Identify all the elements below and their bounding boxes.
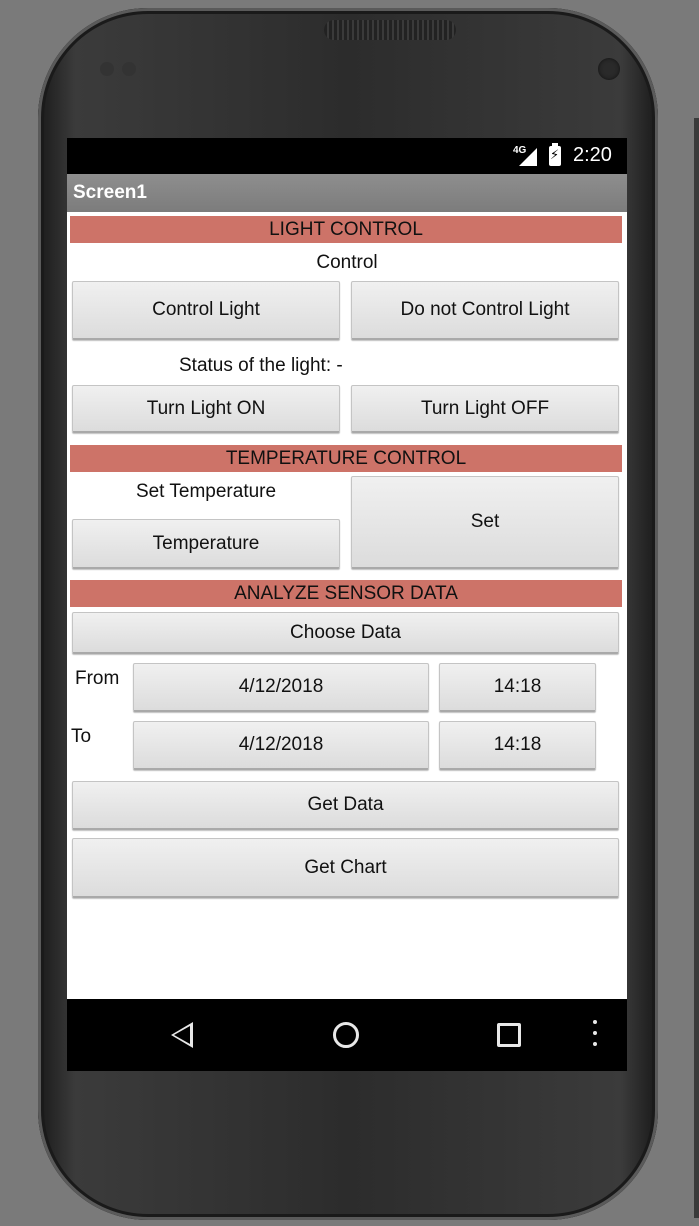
app-title-bar: Screen1 [67,174,627,212]
status-bar: 4G ⚡ 2:20 [67,138,627,174]
light-control-header: LIGHT CONTROL [70,216,622,243]
turn-light-off-button[interactable]: Turn Light OFF [351,385,619,433]
home-icon[interactable] [333,1022,359,1048]
to-time-picker[interactable]: 14:18 [439,721,596,770]
back-icon[interactable] [171,1022,193,1048]
to-date-picker[interactable]: 4/12/2018 [133,721,429,770]
device-screen: 4G ⚡ 2:20 Screen1 LIGHT CONTROL Control … [67,138,627,1071]
temperature-control-header: TEMPERATURE CONTROL [70,445,622,472]
set-temperature-button[interactable]: Set [351,476,619,569]
analyze-sensor-data-header: ANALYZE SENSOR DATA [70,580,622,607]
light-status-text: Status of the light: - [179,355,343,376]
get-chart-button[interactable]: Get Chart [72,838,619,898]
from-time-picker[interactable]: 14:18 [439,663,596,712]
recent-apps-icon[interactable] [497,1023,521,1047]
from-label: From [75,668,120,689]
screen-content: LIGHT CONTROL Control Control Light Do n… [67,212,627,999]
navigation-bar [67,999,627,1071]
do-not-control-light-button[interactable]: Do not Control Light [351,281,619,340]
get-data-button[interactable]: Get Data [72,781,619,830]
app-title: Screen1 [73,182,147,203]
choose-data-button[interactable]: Choose Data [72,612,619,654]
signal-icon [519,148,537,166]
battery-charging-icon: ⚡ [549,143,561,166]
status-clock: 2:20 [573,144,612,166]
set-temperature-label: Set Temperature [135,481,277,502]
front-camera [598,58,620,80]
light-sensor [122,62,136,76]
proximity-sensor [100,62,114,76]
background-edge [694,118,699,1218]
control-light-button[interactable]: Control Light [72,281,340,340]
from-date-picker[interactable]: 4/12/2018 [133,663,429,712]
turn-light-on-button[interactable]: Turn Light ON [72,385,340,433]
overflow-menu-icon[interactable] [593,1020,597,1050]
control-label: Control [316,252,378,273]
to-label: To [71,726,92,747]
earpiece-speaker [324,20,456,40]
temperature-input-button[interactable]: Temperature [72,519,340,569]
